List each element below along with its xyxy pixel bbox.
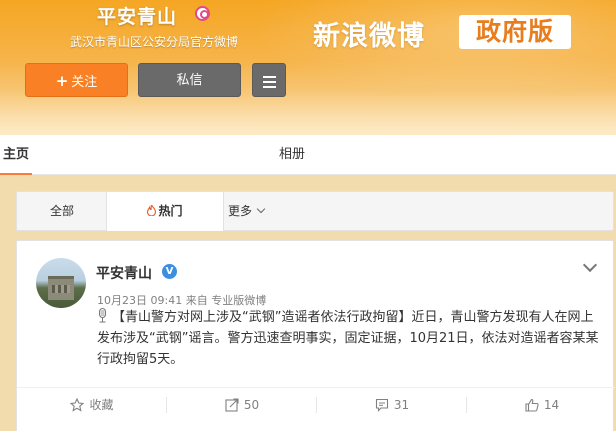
- hamburger-menu-icon: [263, 76, 276, 91]
- thumbs-up-icon: [525, 398, 539, 412]
- post-headline: 【青山警方对网上涉及“武钢”造谣者依法行政拘留】: [112, 310, 412, 325]
- tab-home[interactable]: 主页: [0, 135, 33, 175]
- private-message-label: 私信: [176, 73, 203, 88]
- repost-count: 50: [243, 398, 260, 412]
- avatar[interactable]: [36, 258, 86, 308]
- account-description: 武汉市青山区公安分局官方微博: [70, 35, 239, 49]
- profile-tab-bar: 主页 相册: [0, 135, 616, 175]
- post-time[interactable]: 10月23日 09:41: [97, 294, 182, 307]
- star-icon: [70, 397, 85, 412]
- filter-hot-label: 热门: [158, 204, 183, 218]
- filter-more-dropdown[interactable]: 更多: [216, 192, 276, 230]
- account-name: 平安青山: [97, 6, 178, 28]
- weibo-post-card: 平安青山 V 10月23日 09:41 来自 专业版微博 【青山警方对网上涉及“…: [16, 240, 615, 431]
- post-source[interactable]: 专业版微博: [211, 294, 266, 307]
- post-author-name[interactable]: 平安青山: [96, 263, 152, 283]
- plus-icon: +: [55, 72, 69, 90]
- favorite-button[interactable]: 收藏: [17, 388, 167, 422]
- feed-filter-bar: 全部 热门 更多: [16, 191, 614, 231]
- post-text: 【青山警方对网上涉及“武钢”造谣者依法行政拘留】近日，青山警方发现有人在网上发布…: [97, 307, 605, 370]
- like-button[interactable]: 14: [467, 388, 616, 422]
- post-options-chevron-icon[interactable]: [582, 257, 598, 273]
- comment-icon: [375, 398, 388, 412]
- chevron-down-icon: [256, 204, 266, 214]
- weibo-brand-logo: 新浪微博: [313, 21, 425, 52]
- follow-button[interactable]: + 关注: [25, 63, 128, 97]
- comment-count: 31: [393, 398, 410, 412]
- filter-hot[interactable]: 热门: [106, 192, 224, 231]
- more-menu-button[interactable]: [252, 63, 286, 97]
- filter-more-label: 更多: [227, 204, 252, 218]
- post-action-bar: 收藏 50 31 14: [17, 388, 615, 422]
- comment-button[interactable]: 31: [317, 388, 467, 422]
- source-prefix: 来自: [185, 294, 208, 307]
- repost-button[interactable]: 50: [167, 388, 317, 422]
- repost-icon: [225, 398, 239, 412]
- flame-icon: [147, 205, 157, 216]
- favorite-label: 收藏: [89, 398, 114, 412]
- microphone-icon: [99, 308, 106, 323]
- verified-v-icon[interactable]: V: [162, 264, 177, 279]
- verified-badge-icon[interactable]: [195, 6, 210, 21]
- like-count: 14: [543, 398, 560, 412]
- filter-all-label: 全部: [49, 204, 74, 218]
- tab-album[interactable]: 相册: [279, 135, 305, 175]
- post-meta: 10月23日 09:41 来自 专业版微博: [97, 292, 266, 308]
- private-message-button[interactable]: 私信: [138, 63, 241, 97]
- government-edition-badge: 政府版: [459, 15, 571, 49]
- profile-banner: 平安青山 武汉市青山区公安分局官方微博 新浪微博 政府版 + 关注 私信: [0, 0, 616, 135]
- follow-label: 关注: [71, 75, 98, 90]
- filter-all[interactable]: 全部: [17, 192, 107, 230]
